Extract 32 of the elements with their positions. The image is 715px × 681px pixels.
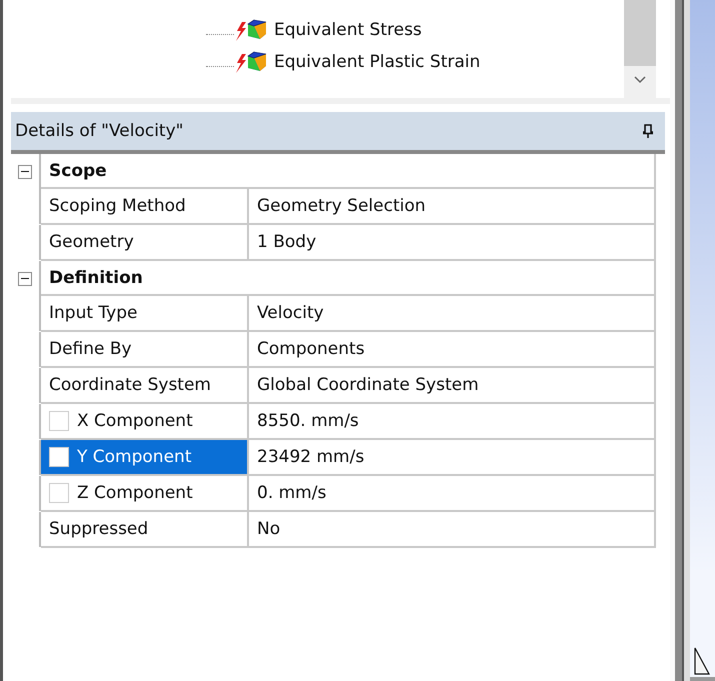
checkbox[interactable] bbox=[49, 483, 69, 503]
property-value: Components bbox=[249, 332, 656, 368]
property-value: 1 Body bbox=[249, 225, 656, 261]
panel-title: Details of "Velocity" bbox=[15, 121, 184, 141]
property-value: 8550. mm/s bbox=[249, 404, 656, 440]
property-name[interactable]: Suppressed bbox=[41, 512, 249, 548]
property-name[interactable]: Y Component bbox=[41, 440, 249, 476]
checkbox[interactable] bbox=[49, 447, 69, 467]
property-value: 23492 mm/s bbox=[249, 440, 656, 476]
tree-item[interactable]: Equivalent Plastic Strain bbox=[274, 52, 480, 72]
property-name[interactable]: Coordinate System bbox=[41, 368, 249, 404]
property-name[interactable]: Z Component bbox=[41, 476, 249, 512]
property-value: Geometry Selection bbox=[249, 189, 656, 225]
scrollbar[interactable] bbox=[624, 0, 656, 98]
tree-item[interactable]: Equivalent Stress bbox=[274, 20, 422, 40]
collapse-toggle[interactable] bbox=[18, 164, 32, 178]
property-value: No bbox=[249, 512, 656, 548]
group-header: Scope bbox=[41, 154, 656, 189]
axis-triad-icon bbox=[694, 647, 710, 675]
scroll-down-icon[interactable] bbox=[634, 76, 646, 84]
collapse-toggle[interactable] bbox=[18, 272, 32, 286]
property-name[interactable]: Scoping Method bbox=[41, 189, 249, 225]
property-value: 0. mm/s bbox=[249, 476, 656, 512]
pin-icon[interactable] bbox=[643, 124, 653, 138]
property-name[interactable]: Input Type bbox=[41, 296, 249, 332]
checkbox[interactable] bbox=[49, 411, 69, 431]
property-value: Velocity bbox=[249, 296, 656, 332]
splitter[interactable] bbox=[670, 0, 690, 681]
group-header: Definition bbox=[41, 261, 656, 296]
property-name[interactable]: Geometry bbox=[41, 225, 249, 261]
property-name[interactable]: Define By bbox=[41, 332, 249, 368]
property-value: Global Coordinate System bbox=[249, 368, 656, 404]
